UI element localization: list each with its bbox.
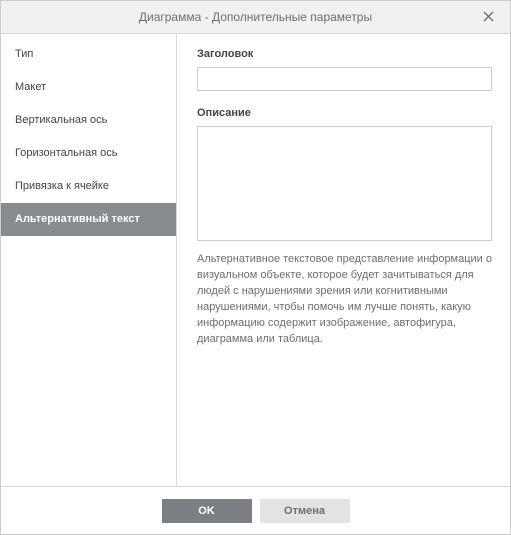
sidebar-item-label: Альтернативный текст <box>15 213 140 225</box>
content-panel: Заголовок Описание Альтернативное тексто… <box>177 34 510 486</box>
sidebar-item-label: Вертикальная ось <box>15 114 107 126</box>
sidebar-item-alt-text[interactable]: Альтернативный текст <box>1 203 176 236</box>
cancel-button[interactable]: Отмена <box>260 499 350 523</box>
sidebar-item-label: Привязка к ячейке <box>15 180 109 192</box>
sidebar-item-cell-binding[interactable]: Привязка к ячейке <box>1 170 176 203</box>
title-input[interactable] <box>197 67 492 91</box>
sidebar-item-type[interactable]: Тип <box>1 38 176 71</box>
dialog: Диаграмма - Дополнительные параметры Тип… <box>0 0 511 535</box>
close-icon <box>483 9 494 27</box>
description-field-label: Описание <box>197 107 490 119</box>
ok-button[interactable]: OK <box>162 499 252 523</box>
titlebar: Диаграмма - Дополнительные параметры <box>1 1 510 34</box>
close-button[interactable] <box>474 1 502 34</box>
sidebar: Тип Макет Вертикальная ось Горизонтальна… <box>1 34 177 486</box>
dialog-body: Тип Макет Вертикальная ось Горизонтальна… <box>1 34 510 486</box>
dialog-title: Диаграмма - Дополнительные параметры <box>139 10 372 24</box>
sidebar-item-label: Макет <box>15 81 46 93</box>
footer: OK Отмена <box>1 486 510 534</box>
sidebar-item-layout[interactable]: Макет <box>1 71 176 104</box>
sidebar-item-label: Горизонтальная ось <box>15 147 117 159</box>
sidebar-item-vertical-axis[interactable]: Вертикальная ось <box>1 104 176 137</box>
sidebar-item-horizontal-axis[interactable]: Горизонтальная ось <box>1 137 176 170</box>
sidebar-item-label: Тип <box>15 48 33 60</box>
title-field-label: Заголовок <box>197 48 490 60</box>
help-text: Альтернативное текстовое представление и… <box>197 251 492 347</box>
description-textarea[interactable] <box>197 126 492 241</box>
